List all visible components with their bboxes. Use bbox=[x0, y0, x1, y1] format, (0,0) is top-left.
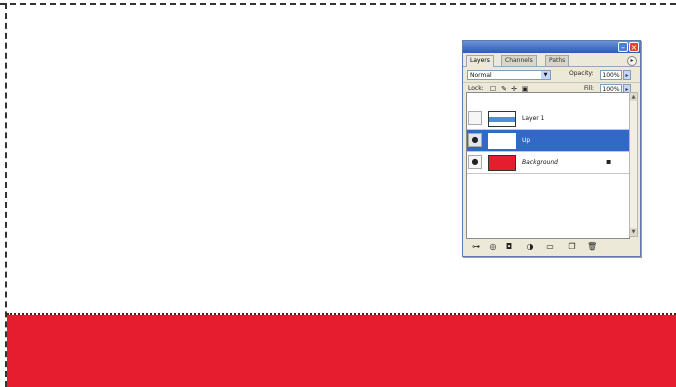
layer-list: Layer 1 ● Up ● Background ▪ bbox=[466, 92, 630, 239]
layers-palette: – × Layers Channels Paths ▸ Normal ▼ Opa… bbox=[462, 40, 641, 257]
opacity-input[interactable]: 100% bbox=[600, 70, 622, 80]
palette-bottom-toolbar: ⊶ ◎ ◘ ◑ ▭ ❐ 🗑 bbox=[463, 239, 640, 255]
lock-icon: ▪ bbox=[606, 157, 612, 166]
chevron-down-icon: ▼ bbox=[541, 71, 550, 79]
adjustment-layer-icon[interactable]: ◑ bbox=[525, 242, 535, 252]
layer-thumbnail bbox=[488, 111, 516, 127]
layer-name: Background bbox=[522, 159, 558, 166]
layer-row-up[interactable]: ● Up bbox=[467, 130, 629, 152]
scroll-up-icon[interactable]: ▲ bbox=[630, 93, 637, 101]
opacity-label: Opacity: bbox=[569, 70, 594, 77]
link-layers-icon[interactable]: ⊶ bbox=[471, 242, 481, 252]
opacity-slider-arrow-icon[interactable]: ▸ bbox=[623, 70, 631, 80]
layer-thumbnail bbox=[488, 155, 516, 171]
blend-opacity-row: Normal ▼ Opacity: 100% ▸ bbox=[463, 68, 640, 82]
scroll-down-icon[interactable]: ▼ bbox=[630, 228, 637, 236]
close-icon[interactable]: × bbox=[629, 42, 639, 52]
layer-mask-icon[interactable]: ◘ bbox=[504, 242, 514, 252]
layer-row-background[interactable]: ● Background ▪ bbox=[467, 152, 629, 174]
layer-thumbnail bbox=[488, 133, 516, 149]
new-layer-icon[interactable]: ❐ bbox=[567, 242, 577, 252]
palette-titlebar[interactable]: – × bbox=[463, 41, 640, 53]
tab-paths[interactable]: Paths bbox=[545, 55, 570, 66]
layer-list-scrollbar[interactable]: ▲ ▼ bbox=[629, 92, 638, 237]
blend-mode-select[interactable]: Normal ▼ bbox=[467, 70, 551, 80]
new-group-folder-icon[interactable]: ▭ bbox=[545, 242, 555, 252]
layer-style-icon[interactable]: ◎ bbox=[488, 242, 498, 252]
blend-mode-value: Normal bbox=[470, 72, 492, 79]
visibility-toggle-empty[interactable] bbox=[468, 111, 482, 125]
layer-row-layer-1[interactable]: Layer 1 bbox=[467, 108, 629, 130]
minimize-icon[interactable]: – bbox=[618, 42, 628, 52]
layer-name: Layer 1 bbox=[522, 115, 545, 122]
eye-icon[interactable]: ● bbox=[468, 133, 482, 147]
tab-channels[interactable]: Channels bbox=[501, 55, 537, 66]
palette-menu-icon[interactable]: ▸ bbox=[627, 56, 637, 66]
palette-tabs: Layers Channels Paths ▸ bbox=[463, 53, 640, 67]
tab-layers[interactable]: Layers bbox=[466, 55, 494, 67]
red-fill-band bbox=[7, 315, 676, 387]
selection-marquee-top bbox=[0, 3, 676, 5]
eye-icon[interactable]: ● bbox=[468, 155, 482, 169]
delete-layer-trash-icon[interactable]: 🗑 bbox=[587, 242, 597, 252]
layer-name: Up bbox=[522, 137, 531, 144]
